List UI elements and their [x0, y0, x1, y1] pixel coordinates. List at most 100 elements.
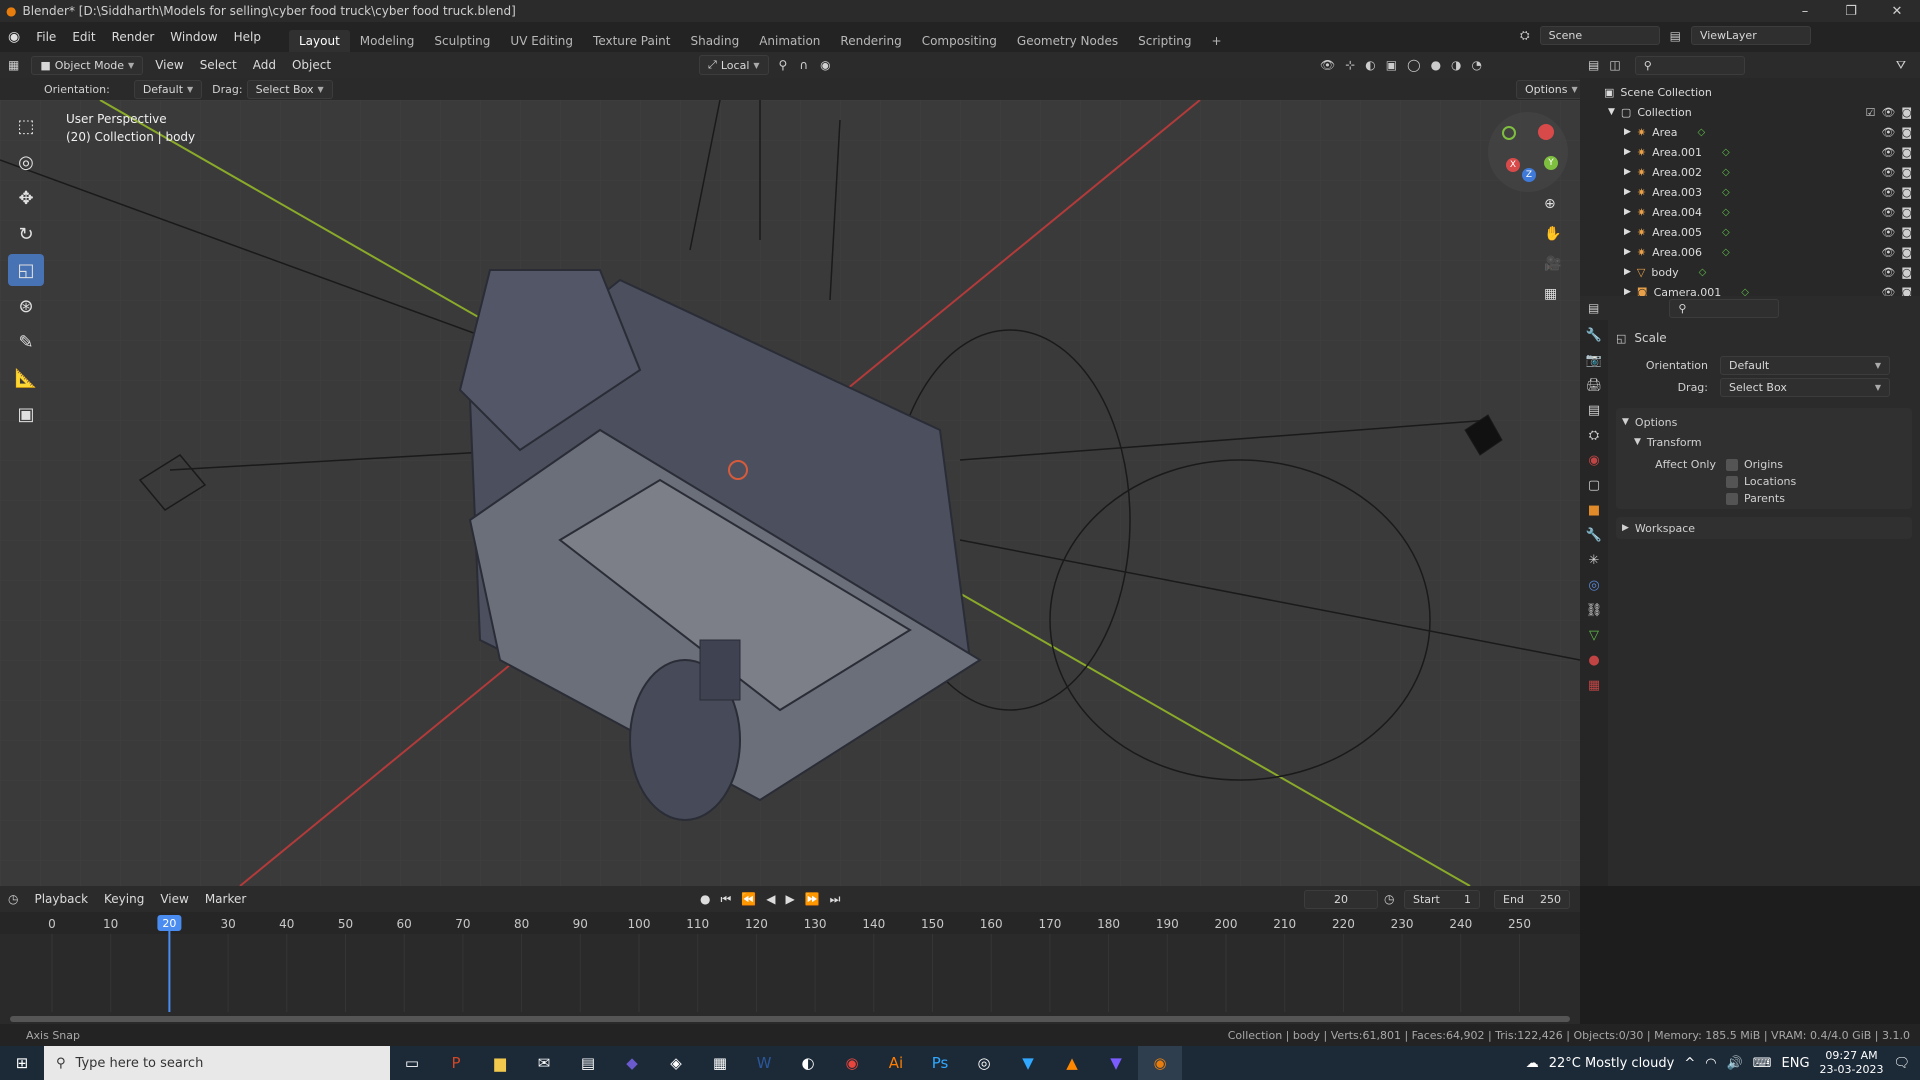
orientation-selector[interactable]: Default ▼ — [133, 79, 203, 99]
clock-icon[interactable]: ◷ — [1384, 892, 1394, 906]
xray-icon[interactable]: ▣ — [1386, 58, 1397, 72]
eye-icon[interactable]: 👁 — [1881, 166, 1895, 179]
grid-view-icon[interactable]: ▦ — [1544, 286, 1561, 302]
play-icon[interactable]: ▶ — [785, 892, 794, 907]
camera-render-icon[interactable]: ◙ — [1901, 166, 1912, 179]
checkbox-icon[interactable]: ☑ — [1865, 106, 1875, 119]
texture-tab-icon[interactable]: ▦ — [1588, 678, 1600, 693]
expand-icon[interactable]: ▼ — [1608, 107, 1615, 117]
eye-icon[interactable]: 👁 — [1881, 226, 1895, 239]
blender-taskbar-icon[interactable]: ◉ — [1138, 1046, 1182, 1080]
locations-checkbox[interactable]: Locations — [1726, 475, 1796, 488]
menu-playback[interactable]: Playback — [26, 892, 96, 906]
notification-icon[interactable]: 🗨 — [1893, 1056, 1910, 1071]
visibility-icon[interactable]: 👁 — [1320, 58, 1335, 72]
transform-section-header[interactable]: ▼ Transform — [1616, 432, 1912, 452]
menu-keying[interactable]: Keying — [96, 892, 152, 906]
expand-icon[interactable]: ▶ — [1624, 167, 1631, 177]
menu-view[interactable]: View — [147, 58, 191, 72]
camera-render-icon[interactable]: ◙ — [1901, 186, 1912, 199]
data-icon[interactable]: ◇ — [1722, 247, 1730, 258]
menu-render[interactable]: Render — [104, 30, 163, 44]
taskbar-search-input[interactable]: ⚲ Type here to search — [44, 1046, 390, 1080]
drag-prop-selector[interactable]: Select Box ▼ — [1720, 377, 1890, 397]
rendered-shading-icon[interactable]: ◔ — [1472, 58, 1482, 72]
timeline-area[interactable]: 0 10 20 30 40 50 60 70 80 90 100 110 120 130 140 150 160… — [0, 912, 1580, 1028]
menu-file[interactable]: File — [28, 30, 64, 44]
tab-texture-paint[interactable]: Texture Paint — [583, 30, 680, 52]
properties-search-input[interactable]: ⚲ — [1669, 298, 1780, 318]
select-box-icon[interactable]: ⬚ — [8, 110, 44, 142]
solid-shading-icon[interactable]: ● — [1431, 58, 1441, 72]
data-icon[interactable]: ◇ — [1722, 147, 1730, 158]
proportional-edit-icon[interactable]: ◉ — [820, 58, 830, 72]
constraints-tab-icon[interactable]: ⛓ — [1586, 603, 1603, 618]
prev-keyframe-icon[interactable]: ⏪ — [741, 892, 756, 907]
options-dropdown[interactable]: Options ▼ — [1516, 79, 1587, 99]
material-shading-icon[interactable]: ◑ — [1451, 58, 1461, 72]
expand-icon[interactable]: ▶ — [1624, 227, 1631, 237]
language-label[interactable]: ENG — [1782, 1056, 1810, 1071]
gizmo-icon[interactable]: ⊹ — [1345, 58, 1355, 72]
weather-icon[interactable]: ☁ — [1526, 1056, 1539, 1071]
scene-selector[interactable]: Scene — [1539, 26, 1660, 45]
volume-icon[interactable]: 🔊 — [1727, 1056, 1743, 1071]
output-tab-icon[interactable]: 🖨 — [1586, 378, 1603, 393]
close-icon[interactable]: ✕ — [1874, 0, 1920, 22]
clock[interactable]: 09:27 AM 23-03-2023 — [1820, 1049, 1884, 1077]
vlc-icon[interactable]: ▲ — [1050, 1046, 1094, 1080]
tab-shading[interactable]: Shading — [680, 30, 749, 52]
gizmo-x-label[interactable]: X — [1506, 158, 1520, 172]
tab-geometry-nodes[interactable]: Geometry Nodes — [1007, 30, 1128, 52]
mode-selector[interactable]: ■ Object Mode ▼ — [31, 55, 144, 75]
3d-viewport[interactable]: User Perspective (20) Collection | body … — [0, 100, 1580, 886]
chrome-icon[interactable]: ◉ — [830, 1046, 874, 1080]
gizmo-z-label[interactable]: Z — [1522, 168, 1536, 182]
wifi-icon[interactable]: ◠ — [1705, 1056, 1716, 1071]
app-icon-2[interactable]: ▦ — [698, 1046, 742, 1080]
next-keyframe-icon[interactable]: ⏩ — [805, 892, 820, 907]
data-icon[interactable]: ◇ — [1722, 167, 1730, 178]
transform-icon[interactable]: ⊛ — [8, 290, 44, 322]
tab-layout[interactable]: Layout — [288, 30, 350, 52]
camera-render-icon[interactable]: ◙ — [1901, 226, 1912, 239]
workspace-section-header[interactable]: ▶ Workspace — [1616, 517, 1912, 539]
view-layer-tab-icon[interactable]: ▤ — [1588, 403, 1600, 418]
camera-render-icon[interactable]: ◙ — [1901, 106, 1912, 119]
outliner-item-area-001[interactable]: ▶ ✷ Area.001 ◇ 👁 ◙ — [1580, 142, 1920, 162]
parents-checkbox[interactable]: Parents — [1726, 492, 1796, 505]
expand-icon[interactable]: ▶ — [1624, 207, 1631, 217]
eye-icon[interactable]: 👁 — [1881, 206, 1895, 219]
tray-chevron-icon[interactable]: ^ — [1684, 1056, 1695, 1071]
object-tab-icon[interactable]: ■ — [1588, 503, 1600, 518]
powerpoint-icon[interactable]: P — [434, 1046, 478, 1080]
eye-icon[interactable]: 👁 — [1881, 146, 1895, 159]
photoshop-icon[interactable]: Ps — [918, 1046, 962, 1080]
move-icon[interactable]: ✥ — [8, 182, 44, 214]
data-icon[interactable]: ◇ — [1697, 127, 1705, 138]
filter-icon[interactable]: ⛛ — [1896, 58, 1906, 73]
gizmo-y-neg[interactable] — [1502, 126, 1516, 140]
outliner-editor-icon[interactable]: ▤ — [1588, 58, 1599, 72]
physics-tab-icon[interactable]: ◎ — [1588, 578, 1599, 593]
pan-hand-icon[interactable]: ✋ — [1544, 226, 1561, 242]
tab-animation[interactable]: Animation — [749, 30, 830, 52]
display-mode-icon[interactable]: ◫ — [1609, 58, 1620, 72]
eye-icon[interactable]: 👁 — [1881, 126, 1895, 139]
outliner-item-area-002[interactable]: ▶ ✷ Area.002 ◇ 👁 ◙ — [1580, 162, 1920, 182]
expand-icon[interactable]: ▶ — [1624, 147, 1631, 157]
snap-icon[interactable]: ⚲ — [779, 58, 788, 72]
jump-end-icon[interactable]: ⏭ — [830, 892, 841, 907]
data-icon[interactable]: ◇ — [1699, 267, 1707, 278]
camera-render-icon[interactable]: ◙ — [1901, 266, 1912, 279]
measure-icon[interactable]: 📐 — [8, 362, 44, 394]
app-icon-1[interactable]: ◈ — [654, 1046, 698, 1080]
camera-view-icon[interactable]: 🎥 — [1544, 256, 1561, 272]
tab-uv-editing[interactable]: UV Editing — [500, 30, 583, 52]
expand-icon[interactable]: ▶ — [1624, 187, 1631, 197]
eye-icon[interactable]: 👁 — [1881, 266, 1895, 279]
camera-render-icon[interactable]: ◙ — [1901, 206, 1912, 219]
drag-selector[interactable]: Select Box ▼ — [246, 79, 333, 99]
timeline-editor-icon[interactable]: ◷ — [0, 892, 26, 906]
eye-icon[interactable]: 👁 — [1881, 106, 1895, 119]
